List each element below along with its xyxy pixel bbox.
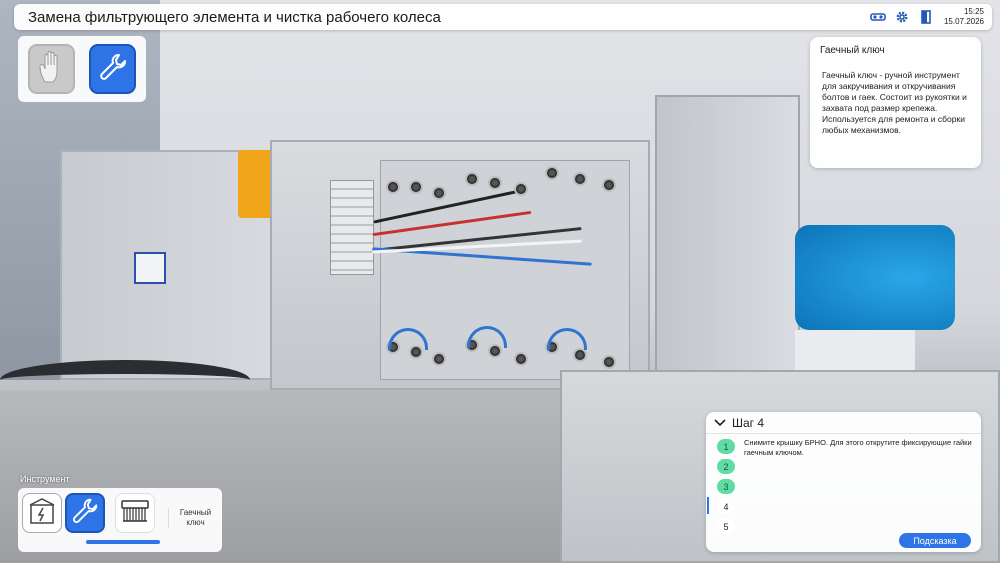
cable-gland [386,180,400,194]
selected-tool-indicator [86,540,160,544]
clock-time: 15:25 [963,7,984,16]
cable-gland [602,178,616,192]
wrench-icon [70,496,100,531]
cable-gland [545,166,559,180]
tool-panel: Инструмент Гаечный ключ [18,474,222,552]
info-card-title: Гаечный ключ [820,45,885,56]
actuator [238,150,274,218]
info-card: Гаечный ключ Гаечный ключ - ручной инстр… [810,37,981,168]
steps-title: Шаг 4 [732,415,765,430]
unit-logo [134,252,166,284]
current-step-indicator [707,497,709,514]
clock: 15:25 15.07.2026 [944,7,984,27]
hand-icon [37,50,67,89]
gear-icon[interactable] [894,9,910,25]
step-list: 1 2 3 4 5 [714,439,738,539]
tool-box: Гаечный ключ [18,488,222,552]
tool-panel-item[interactable] [22,493,62,533]
step-number[interactable]: 5 [717,519,735,534]
mode-selector [18,36,146,102]
chevron-down-icon[interactable] [714,416,726,430]
step-number[interactable]: 1 [717,439,735,454]
cable-gland [602,355,616,369]
wrench-icon [97,51,129,88]
hand-mode-button[interactable] [28,44,75,94]
step-instruction: Снимите крышку БРНО. Для этого открутите… [744,438,972,457]
cable-gland [514,352,528,366]
hint-button[interactable]: Подсказка [899,533,971,548]
top-bar-icons [870,9,934,25]
cable-gland [432,352,446,366]
step-number[interactable]: 4 [717,499,735,514]
cable-gland [409,180,423,194]
cable-gland [432,186,446,200]
fan-section [655,95,800,395]
tool-brush-item[interactable] [115,493,155,533]
info-card-text: Гаечный ключ - ручной инструмент для зак… [822,70,967,135]
terminal-block [330,180,374,275]
panel-icon [26,495,58,532]
cable-gland [465,172,479,186]
steps-header[interactable]: Шаг 4 [706,412,981,434]
exit-door-icon[interactable] [918,9,934,25]
steps-panel: Шаг 4 1 2 3 4 5 Снимите крышку БРНО. Для… [706,412,981,552]
electric-motor [795,225,955,330]
cable-gland [573,348,587,362]
clock-date: 15.07.2026 [943,17,984,26]
cable-gland [514,182,528,196]
cable-hose [0,360,250,400]
brush-icon [119,497,151,530]
cable-gland [488,176,502,190]
step-number[interactable]: 3 [717,479,735,494]
tool-wrench-item[interactable] [65,493,105,533]
vr-glasses-icon[interactable] [870,9,886,25]
tool-panel-label: Инструмент [20,474,70,484]
scenario-title: Замена фильтрующего элемента и чистка ра… [28,8,441,26]
selected-tool-name: Гаечный ключ [168,508,218,528]
cable-gland [573,172,587,186]
tool-mode-button[interactable] [89,44,136,94]
step-number[interactable]: 2 [717,459,735,474]
top-bar: Замена фильтрующего элемента и чистка ра… [14,4,992,30]
